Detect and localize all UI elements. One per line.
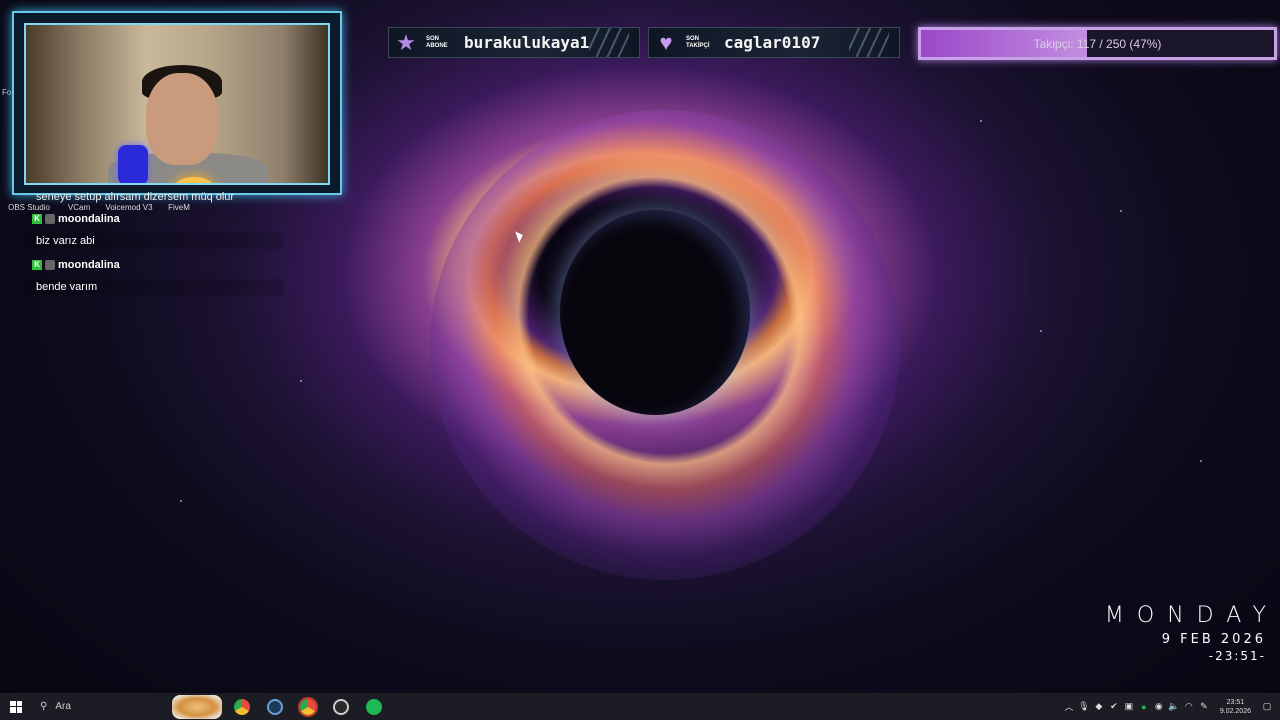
star-icon: ★: [396, 29, 416, 55]
moderator-badge-icon: K: [32, 260, 42, 270]
notification-icon[interactable]: ▢: [1262, 701, 1272, 712]
chat-overlay: seneye setup alırsam dizersem müq olur K…: [24, 191, 284, 295]
shield-icon[interactable]: ◆: [1094, 701, 1104, 712]
last-follower-name: caglar0107: [724, 33, 821, 52]
label-top: SON: [686, 35, 700, 42]
star: [1040, 330, 1042, 332]
webcam-feed: [24, 23, 330, 185]
taskbar-app-chrome[interactable]: [229, 693, 255, 720]
streamer-face: [146, 73, 218, 165]
taskbar: ⚲ Ara ︿ 🎙 ◆ ✔ ▣ ● ◉ 🔈 ◠ ✎ 23:51 9.02.202…: [0, 693, 1280, 720]
network-icon[interactable]: ▣: [1124, 701, 1134, 712]
decorative-slashes: [849, 28, 889, 57]
spotify-tray-icon[interactable]: ●: [1139, 702, 1149, 712]
spotify-icon: [366, 698, 382, 715]
search-highlight-image[interactable]: [172, 694, 222, 719]
chat-message: K moondalina biz varız abi: [24, 213, 284, 249]
star: [980, 120, 982, 122]
chat-user: K moondalina: [24, 213, 284, 225]
chevron-up-icon[interactable]: ︿: [1064, 702, 1074, 712]
clock-day: MONDAY: [1104, 603, 1279, 628]
taskbar-app-spotify[interactable]: [361, 693, 387, 720]
check-icon[interactable]: ✔: [1109, 701, 1119, 712]
chat-username: moondalina: [58, 213, 120, 225]
last-follower-label: SON TAKİPÇİ: [686, 36, 716, 50]
windows-icon: [10, 700, 22, 713]
discord-icon[interactable]: ◉: [1154, 701, 1164, 712]
taskbar-clock[interactable]: 23:51 9.02.2026: [1220, 698, 1251, 716]
taskbar-time: 23:51: [1226, 698, 1245, 706]
chat-username: moondalina: [58, 259, 120, 271]
star: [180, 500, 182, 502]
start-button[interactable]: [0, 693, 32, 720]
chat-partial-message: seneye setup alırsam dizersem müq olur: [36, 191, 235, 203]
microphone: [118, 145, 148, 183]
last-follower-panel: ♥ SON TAKİPÇİ caglar0107: [648, 27, 900, 58]
taskbar-app-steam[interactable]: [262, 693, 288, 720]
pen-icon[interactable]: ✎: [1199, 701, 1209, 712]
taskbar-date: 9.02.2026: [1219, 707, 1251, 715]
clock-time: -23:51-: [1208, 649, 1266, 663]
star: [1120, 210, 1122, 212]
label-top: SON: [426, 35, 440, 42]
chrome-icon: [234, 698, 250, 715]
search-placeholder: Ara: [55, 701, 71, 712]
user-badge-icon: [45, 260, 55, 270]
star: [1200, 460, 1202, 462]
follower-goal-text: Takipçi: 117 / 250 (47%): [1033, 36, 1162, 51]
last-sub-label: SON ABONE: [426, 36, 456, 50]
label-bottom: ABONE: [426, 42, 448, 49]
label-bottom: TAKİPÇİ: [686, 42, 710, 49]
chat-text: bende varım: [24, 279, 284, 295]
star: [300, 380, 302, 382]
last-subscriber-panel: ★ SON ABONE burakulukaya1: [388, 27, 640, 58]
black-hole-wallpaper: [560, 210, 750, 415]
steam-icon: [267, 698, 283, 715]
chrome-profile-icon: [300, 698, 316, 715]
follower-goal-bar: Takipçi: 117 / 250 (47%): [918, 27, 1277, 60]
search-icon: ⚲: [40, 701, 48, 712]
chat-user: K moondalina: [24, 259, 284, 271]
user-badge-icon: [45, 214, 55, 224]
decorative-slashes: [589, 28, 629, 57]
webcam-frame: [12, 11, 342, 195]
heart-icon: ♥: [659, 29, 673, 55]
moderator-badge-icon: K: [32, 214, 42, 224]
volume-icon[interactable]: 🔈: [1168, 701, 1179, 712]
taskbar-search[interactable]: ⚲ Ara: [32, 693, 168, 720]
recorder-icon: [333, 698, 349, 715]
microphone-icon[interactable]: 🎙: [1078, 701, 1089, 712]
clock-widget: MONDAY 9 FEB 2026 -23:51-: [1105, 603, 1266, 663]
chat-text: biz varız abi: [24, 233, 284, 249]
last-subscriber-name: burakulukaya1: [464, 33, 590, 52]
wifi-icon[interactable]: ◠: [1184, 701, 1194, 712]
taskbar-app-recorder[interactable]: [328, 693, 354, 720]
clock-date: 9 FEB 2026: [1161, 632, 1266, 647]
chat-message: K moondalina bende varım: [24, 259, 284, 295]
mouse-cursor-icon: [515, 229, 525, 243]
taskbar-app-chrome-profile[interactable]: [295, 693, 321, 720]
system-tray: ︿ 🎙 ◆ ✔ ▣ ● ◉ 🔈 ◠ ✎ 23:51 9.02.2026 ▢: [1064, 693, 1280, 720]
